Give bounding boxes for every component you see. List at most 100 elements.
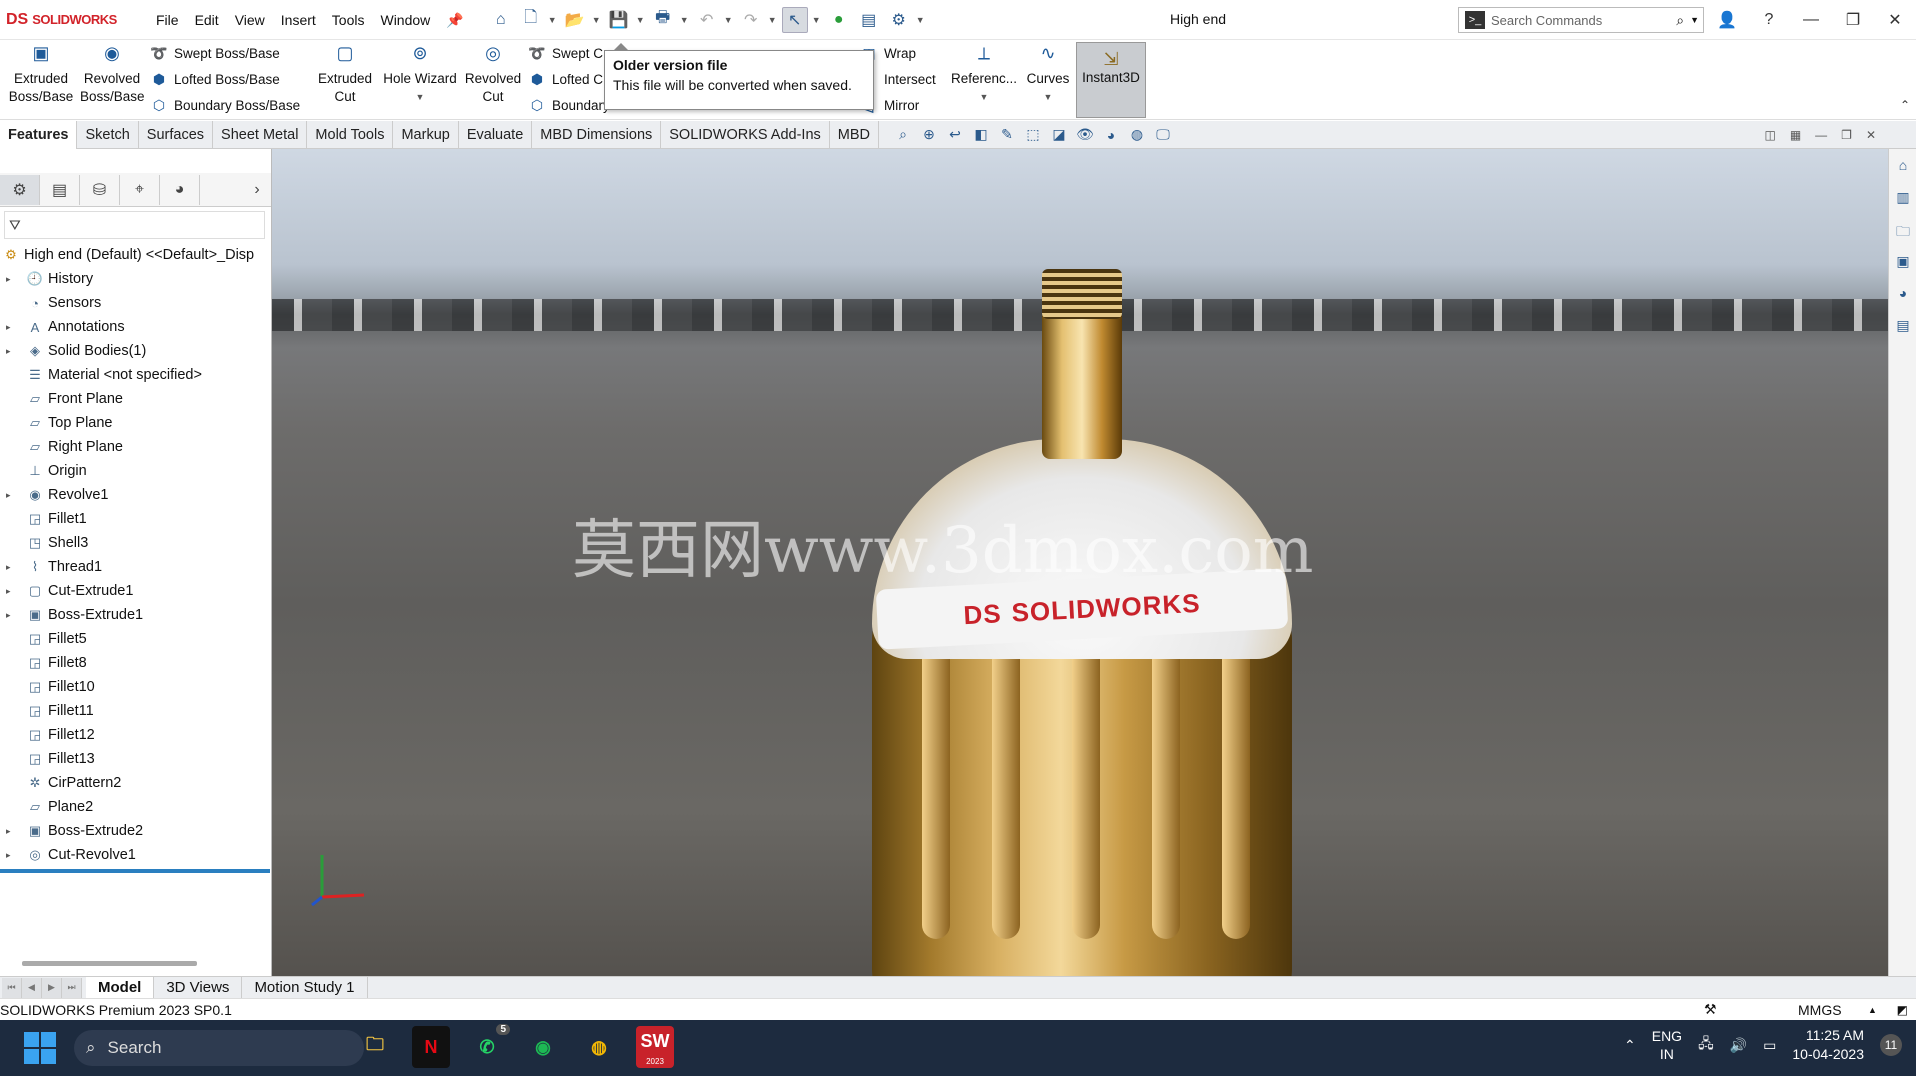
search-commands-box[interactable]: >_ Search Commands ⌕ ▼	[1458, 7, 1704, 33]
expand-chevron-icon[interactable]: ▸	[6, 274, 18, 285]
file-explorer-icon[interactable]: 🗀	[1891, 221, 1915, 245]
tree-item-origin[interactable]: ⊥ Origin	[0, 459, 271, 483]
language-indicator[interactable]: ENG IN	[1652, 1027, 1682, 1063]
swept-boss-button[interactable]: ➰ Swept Boss/Base	[150, 44, 280, 62]
units-dropdown-icon[interactable]: ▲	[1868, 1005, 1877, 1015]
volume-icon[interactable]: 🔊	[1730, 1037, 1747, 1054]
tab-sheet-metal[interactable]: Sheet Metal	[213, 120, 308, 149]
file-properties-icon[interactable]: ▤	[856, 7, 882, 33]
search-dropdown-icon[interactable]: ▼	[1690, 15, 1699, 25]
tree-item-sensors[interactable]: ◔ Sensors	[0, 291, 271, 315]
options-gear-icon[interactable]: ⚙	[886, 7, 912, 33]
tree-root-part[interactable]: ⚙ High end (Default) <<Default>_Disp	[0, 243, 271, 267]
zoom-to-fit-icon[interactable]: ⌕	[893, 126, 913, 143]
tree-item-right-plane[interactable]: ▱ Right Plane	[0, 435, 271, 459]
menu-file[interactable]: File	[148, 0, 187, 40]
search-icon[interactable]: ⌕	[1676, 12, 1684, 29]
view-settings-icon[interactable]: 🖵	[1153, 126, 1173, 143]
lofted-boss-button[interactable]: ⬢ Lofted Boss/Base	[150, 70, 280, 88]
boundary-cut-button[interactable]: ⬡ Boundary	[528, 96, 610, 114]
network-icon[interactable]: 🖧	[1698, 1033, 1714, 1057]
display-manager-tab-icon[interactable]: ◕	[160, 174, 200, 205]
save-dropdown-icon[interactable]: ▼	[636, 15, 646, 25]
tree-item-cirpattern2[interactable]: ✲ CirPattern2	[0, 771, 271, 795]
tab-motion-study[interactable]: Motion Study 1	[242, 976, 368, 999]
zoom-to-area-icon[interactable]: ⊕	[919, 126, 939, 143]
help-icon[interactable]: ?	[1748, 11, 1790, 29]
tree-item-fillet1[interactable]: ◲ Fillet1	[0, 507, 271, 531]
expand-chevron-icon[interactable]: ▸	[6, 346, 18, 357]
apply-scene-icon[interactable]: ◍	[1127, 126, 1147, 143]
tree-item-cut-revolve1[interactable]: ▸ ◎ Cut-Revolve1	[0, 843, 271, 867]
menu-edit[interactable]: Edit	[187, 0, 227, 40]
new-file-icon[interactable]: 🗋	[518, 7, 544, 33]
select-cursor-icon[interactable]: ↖	[781, 6, 808, 33]
dimxpert-tab-icon[interactable]: ⌖	[120, 174, 160, 205]
graphics-area[interactable]: DS SOLIDWORKS 莫西网www.3dmox.com	[272, 149, 1888, 976]
expand-chevron-icon[interactable]: ▸	[6, 850, 18, 861]
windows-start-icon[interactable]	[24, 1032, 56, 1064]
tree-item-fillet5[interactable]: ◲ Fillet5	[0, 627, 271, 651]
tab-evaluate[interactable]: Evaluate	[459, 120, 533, 149]
clock[interactable]: 11:25 AM 10-04-2023	[1792, 1026, 1864, 1064]
solidworks-app-icon[interactable]: SW 2023	[636, 1026, 674, 1068]
redo-icon[interactable]: ↷	[738, 7, 764, 33]
swept-cut-button[interactable]: ➰ Swept C	[528, 44, 603, 62]
undo-dropdown-icon[interactable]: ▼	[724, 15, 734, 25]
tree-item-fillet12[interactable]: ◲ Fillet12	[0, 723, 271, 747]
tab-add-ins[interactable]: SOLIDWORKS Add-Ins	[661, 120, 830, 149]
tree-item-annotations[interactable]: ▸ A Annotations	[0, 315, 271, 339]
tab-3d-views[interactable]: 3D Views	[154, 976, 243, 999]
tree-item-boss-extrude2[interactable]: ▸ ▣ Boss-Extrude2	[0, 819, 271, 843]
property-manager-tab-icon[interactable]: ▤	[40, 174, 80, 205]
hide-show-items-icon[interactable]: 👁	[1075, 126, 1095, 143]
expand-chevron-icon[interactable]: ▸	[6, 610, 18, 621]
pin-icon[interactable]: 📌	[438, 0, 471, 40]
unit-system[interactable]: MMGS	[1798, 1002, 1842, 1018]
tree-item-history[interactable]: ▸ 🕘 History	[0, 267, 271, 291]
design-library-icon[interactable]: ▥	[1891, 189, 1915, 213]
undo-icon[interactable]: ↶	[694, 7, 720, 33]
rollback-bar[interactable]	[0, 869, 270, 873]
menu-view[interactable]: View	[227, 0, 273, 40]
prev-tab-icon[interactable]: ◀	[22, 977, 42, 998]
select-dropdown-icon[interactable]: ▼	[812, 15, 822, 25]
tree-item-top-plane[interactable]: ▱ Top Plane	[0, 411, 271, 435]
search-input[interactable]: Search Commands	[1491, 13, 1676, 28]
tab-mold-tools[interactable]: Mold Tools	[307, 120, 394, 149]
feature-tree-tab-icon[interactable]: ⚙	[0, 174, 40, 205]
restore-icon[interactable]: ❐	[1832, 10, 1874, 30]
extruded-cut-button[interactable]: ▢ Extruded Cut	[314, 44, 376, 106]
first-tab-icon[interactable]: ⏮	[2, 977, 22, 998]
customize-status-icon[interactable]: ◩	[1897, 1003, 1908, 1017]
more-tabs-chevron-icon[interactable]: ›	[249, 175, 265, 205]
tree-item-material[interactable]: ☰ Material <not specified>	[0, 363, 271, 387]
home-icon[interactable]: ⌂	[488, 7, 514, 33]
tree-item-fillet11[interactable]: ◲ Fillet11	[0, 699, 271, 723]
lofted-cut-button[interactable]: ⬢ Lofted C	[528, 70, 603, 88]
file-explorer-app-icon[interactable]: 🗀	[356, 1026, 394, 1068]
viewport-split-icon[interactable]: ◫	[1764, 128, 1775, 142]
curves-dropdown-icon[interactable]: ▼	[1024, 88, 1072, 106]
options-dropdown-icon[interactable]: ▼	[916, 15, 926, 25]
tree-item-cut-extrude1[interactable]: ▸ ▢ Cut-Extrude1	[0, 579, 271, 603]
solidworks-resources-icon[interactable]: ⌂	[1891, 157, 1915, 181]
section-view-icon[interactable]: ◧	[971, 126, 991, 143]
expand-chevron-icon[interactable]: ▸	[6, 562, 18, 573]
tree-item-solid-bodies[interactable]: ▸ ◈ Solid Bodies(1)	[0, 339, 271, 363]
last-tab-icon[interactable]: ⏭	[62, 977, 82, 998]
taskbar-search[interactable]: ⌕ Search	[74, 1030, 364, 1066]
menu-insert[interactable]: Insert	[273, 0, 324, 40]
save-icon[interactable]: 💾	[606, 7, 632, 33]
tab-features[interactable]: Features	[0, 120, 78, 149]
notification-badge[interactable]: 11	[1880, 1034, 1902, 1056]
redo-dropdown-icon[interactable]: ▼	[768, 15, 778, 25]
hole-wizard-button[interactable]: ⊚ Hole Wizard ▼	[380, 44, 460, 106]
tab-markup[interactable]: Markup	[393, 120, 459, 149]
rebuild-icon[interactable]: ⚒	[1704, 1001, 1717, 1018]
new-dropdown-icon[interactable]: ▼	[548, 15, 558, 25]
tree-filter[interactable]: ⛛	[4, 211, 265, 239]
next-tab-icon[interactable]: ▶	[42, 977, 62, 998]
whatsapp-app-icon[interactable]: ✆ 5	[468, 1024, 510, 1068]
expand-chevron-icon[interactable]: ▸	[6, 490, 18, 501]
